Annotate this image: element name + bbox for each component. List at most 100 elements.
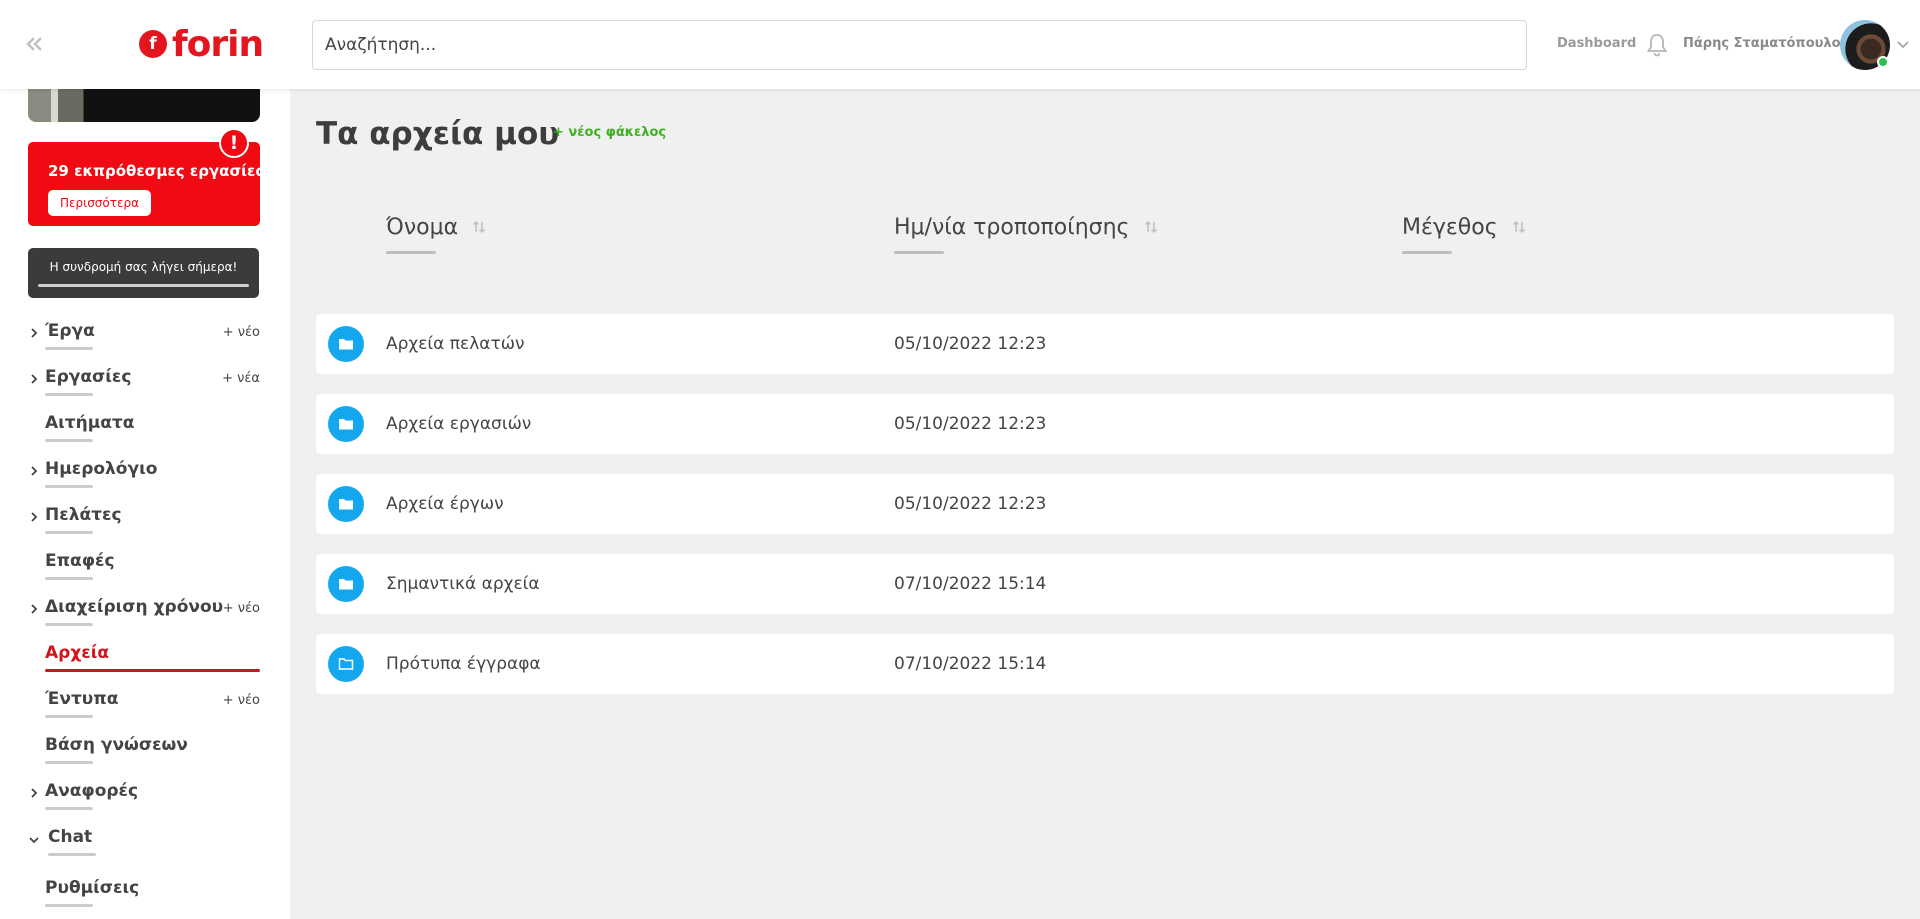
table-row[interactable]: Σημαντικά αρχεία 07/10/2022 15:14 [316,554,1894,614]
exclamation-icon: ! [219,128,249,158]
chevron-right-icon [31,788,38,798]
more-button[interactable]: Περισσότερα [48,190,151,216]
sidebar-item-label: Αρχεία [45,643,110,663]
sidebar-item-underline [45,439,93,442]
sidebar-item-forms[interactable]: Έντυπα + νέο [28,687,260,721]
user-name[interactable]: Πάρης Σταματόπουλος [1683,36,1848,51]
row-name: Αρχεία εργασιών [386,414,532,434]
sidebar-item-underline [48,853,96,856]
page-title: Τα αρχεία μου [316,116,560,152]
row-name: Πρότυπα έγγραφα [386,654,541,674]
sidebar-item-label: Βάση γνώσεων [45,735,188,755]
sidebar-item-label: Εργασίες [45,367,132,387]
sidebar-item-settings[interactable]: Ρυθμίσεις [28,876,260,910]
column-label: Όνομα [386,215,459,240]
chevron-down-icon [1897,41,1909,49]
column-underline [386,251,436,254]
table-row[interactable]: Αρχεία πελατών 05/10/2022 12:23 [316,314,1894,374]
sidebar-item-label: Chat [48,827,93,847]
row-date: 07/10/2022 15:14 [894,574,1047,594]
search-input[interactable] [312,20,1527,70]
sidebar-item-clients[interactable]: Πελάτες [28,503,260,537]
promo-banner-image[interactable] [28,89,260,122]
sidebar-item-contacts[interactable]: Επαφές [28,549,260,583]
column-label: Μέγεθος [1402,215,1498,240]
sidebar-item-active-underline [45,669,260,672]
chevron-down-icon [29,837,39,844]
chevron-right-icon [31,604,38,614]
column-underline [894,251,944,254]
table-row[interactable]: Αρχεία εργασιών 05/10/2022 12:23 [316,394,1894,454]
subscription-text: Η συνδρομή σας λήγει σήμερα! [49,260,238,274]
sidebar-item-time-management[interactable]: Διαχείριση χρόνου + νέο [28,595,260,629]
sidebar-item-label: Αναφορές [45,781,139,801]
row-name: Αρχεία έργων [386,494,504,514]
user-menu-toggle[interactable] [1895,36,1911,52]
sidebar-item-underline [45,485,93,488]
sidebar-item-underline [45,623,93,626]
bell-icon [1646,34,1668,57]
column-header-name[interactable]: Όνομα [386,215,487,254]
row-date: 05/10/2022 12:23 [894,414,1047,434]
sidebar-item-files[interactable]: Αρχεία [28,641,260,675]
column-underline [1402,251,1452,254]
subscription-progress-bar [38,284,249,287]
sidebar-item-underline [45,715,93,718]
new-time-entry-button[interactable]: + νέο [223,601,260,616]
logo[interactable]: f forin [139,23,264,65]
sidebar-item-underline [45,577,93,580]
table-row[interactable]: Πρότυπα έγγραφα 07/10/2022 15:14 [316,634,1894,694]
row-date: 07/10/2022 15:14 [894,654,1047,674]
sidebar-item-underline [45,761,93,764]
folder-icon [328,486,364,522]
sidebar-item-knowledge-base[interactable]: Βάση γνώσεων [28,733,260,767]
sidebar-item-underline [45,807,93,810]
sidebar-item-calendar[interactable]: Ημερολόγιο [28,457,260,491]
sidebar-item-label: Έργα [45,321,95,341]
sidebar-item-label: Ημερολόγιο [45,459,158,479]
chevron-right-icon [31,466,38,476]
row-name: Σημαντικά αρχεία [386,574,540,594]
dashboard-link[interactable]: Dashboard [1557,36,1636,51]
sidebar-item-label: Έντυπα [45,689,119,709]
sidebar-item-label: Επαφές [45,551,115,571]
row-name: Αρχεία πελατών [386,334,525,354]
column-label: Ημ/νία τροποποίησης [894,215,1130,240]
sidebar-item-tasks[interactable]: Εργασίες + νέα [28,365,260,399]
new-project-button[interactable]: + νέο [223,325,260,340]
sidebar-item-underline [45,531,93,534]
column-header-size[interactable]: Μέγεθος [1402,215,1527,254]
folder-icon [328,566,364,602]
online-status-indicator [1877,56,1889,68]
sidebar-item-label: Ρυθμίσεις [45,878,140,898]
sort-icon [473,220,486,234]
sidebar-item-underline [45,393,93,396]
table-row[interactable]: Αρχεία έργων 05/10/2022 12:23 [316,474,1894,534]
row-date: 05/10/2022 12:23 [894,494,1047,514]
collapse-sidebar-button[interactable] [22,32,46,56]
column-header-modified-date[interactable]: Ημ/νία τροποποίησης [894,215,1159,254]
chevron-right-icon [31,512,38,522]
sidebar-item-label: Διαχείριση χρόνου [45,597,224,617]
new-task-button[interactable]: + νέα [222,371,260,386]
new-folder-button[interactable]: + νέος φάκελος [553,125,666,140]
overdue-tasks-text: 29 εκπρόθεσμες εργασίες [48,162,265,180]
sidebar-item-requests[interactable]: Αιτήματα [28,411,260,445]
folder-icon [328,326,364,362]
sort-icon [1144,220,1157,234]
sort-icon [1512,220,1525,234]
logo-mark-icon: f [139,30,167,58]
sidebar-item-projects[interactable]: Έργα + νέο [28,319,260,353]
folder-outline-icon [328,646,364,682]
notifications-button[interactable] [1644,32,1670,58]
sidebar-item-label: Αιτήματα [45,413,135,433]
chevron-right-icon [31,374,38,384]
top-header: f forin Dashboard Πάρης Σταματόπουλος [0,0,1920,89]
logo-text: forin [172,23,264,65]
subscription-notice: Η συνδρομή σας λήγει σήμερα! [28,248,259,298]
sidebar-item-chat[interactable]: Chat [28,825,260,859]
sidebar-item-reports[interactable]: Αναφορές [28,779,260,813]
row-date: 05/10/2022 12:23 [894,334,1047,354]
double-chevron-left-icon [26,37,42,51]
new-form-button[interactable]: + νέο [223,693,260,708]
